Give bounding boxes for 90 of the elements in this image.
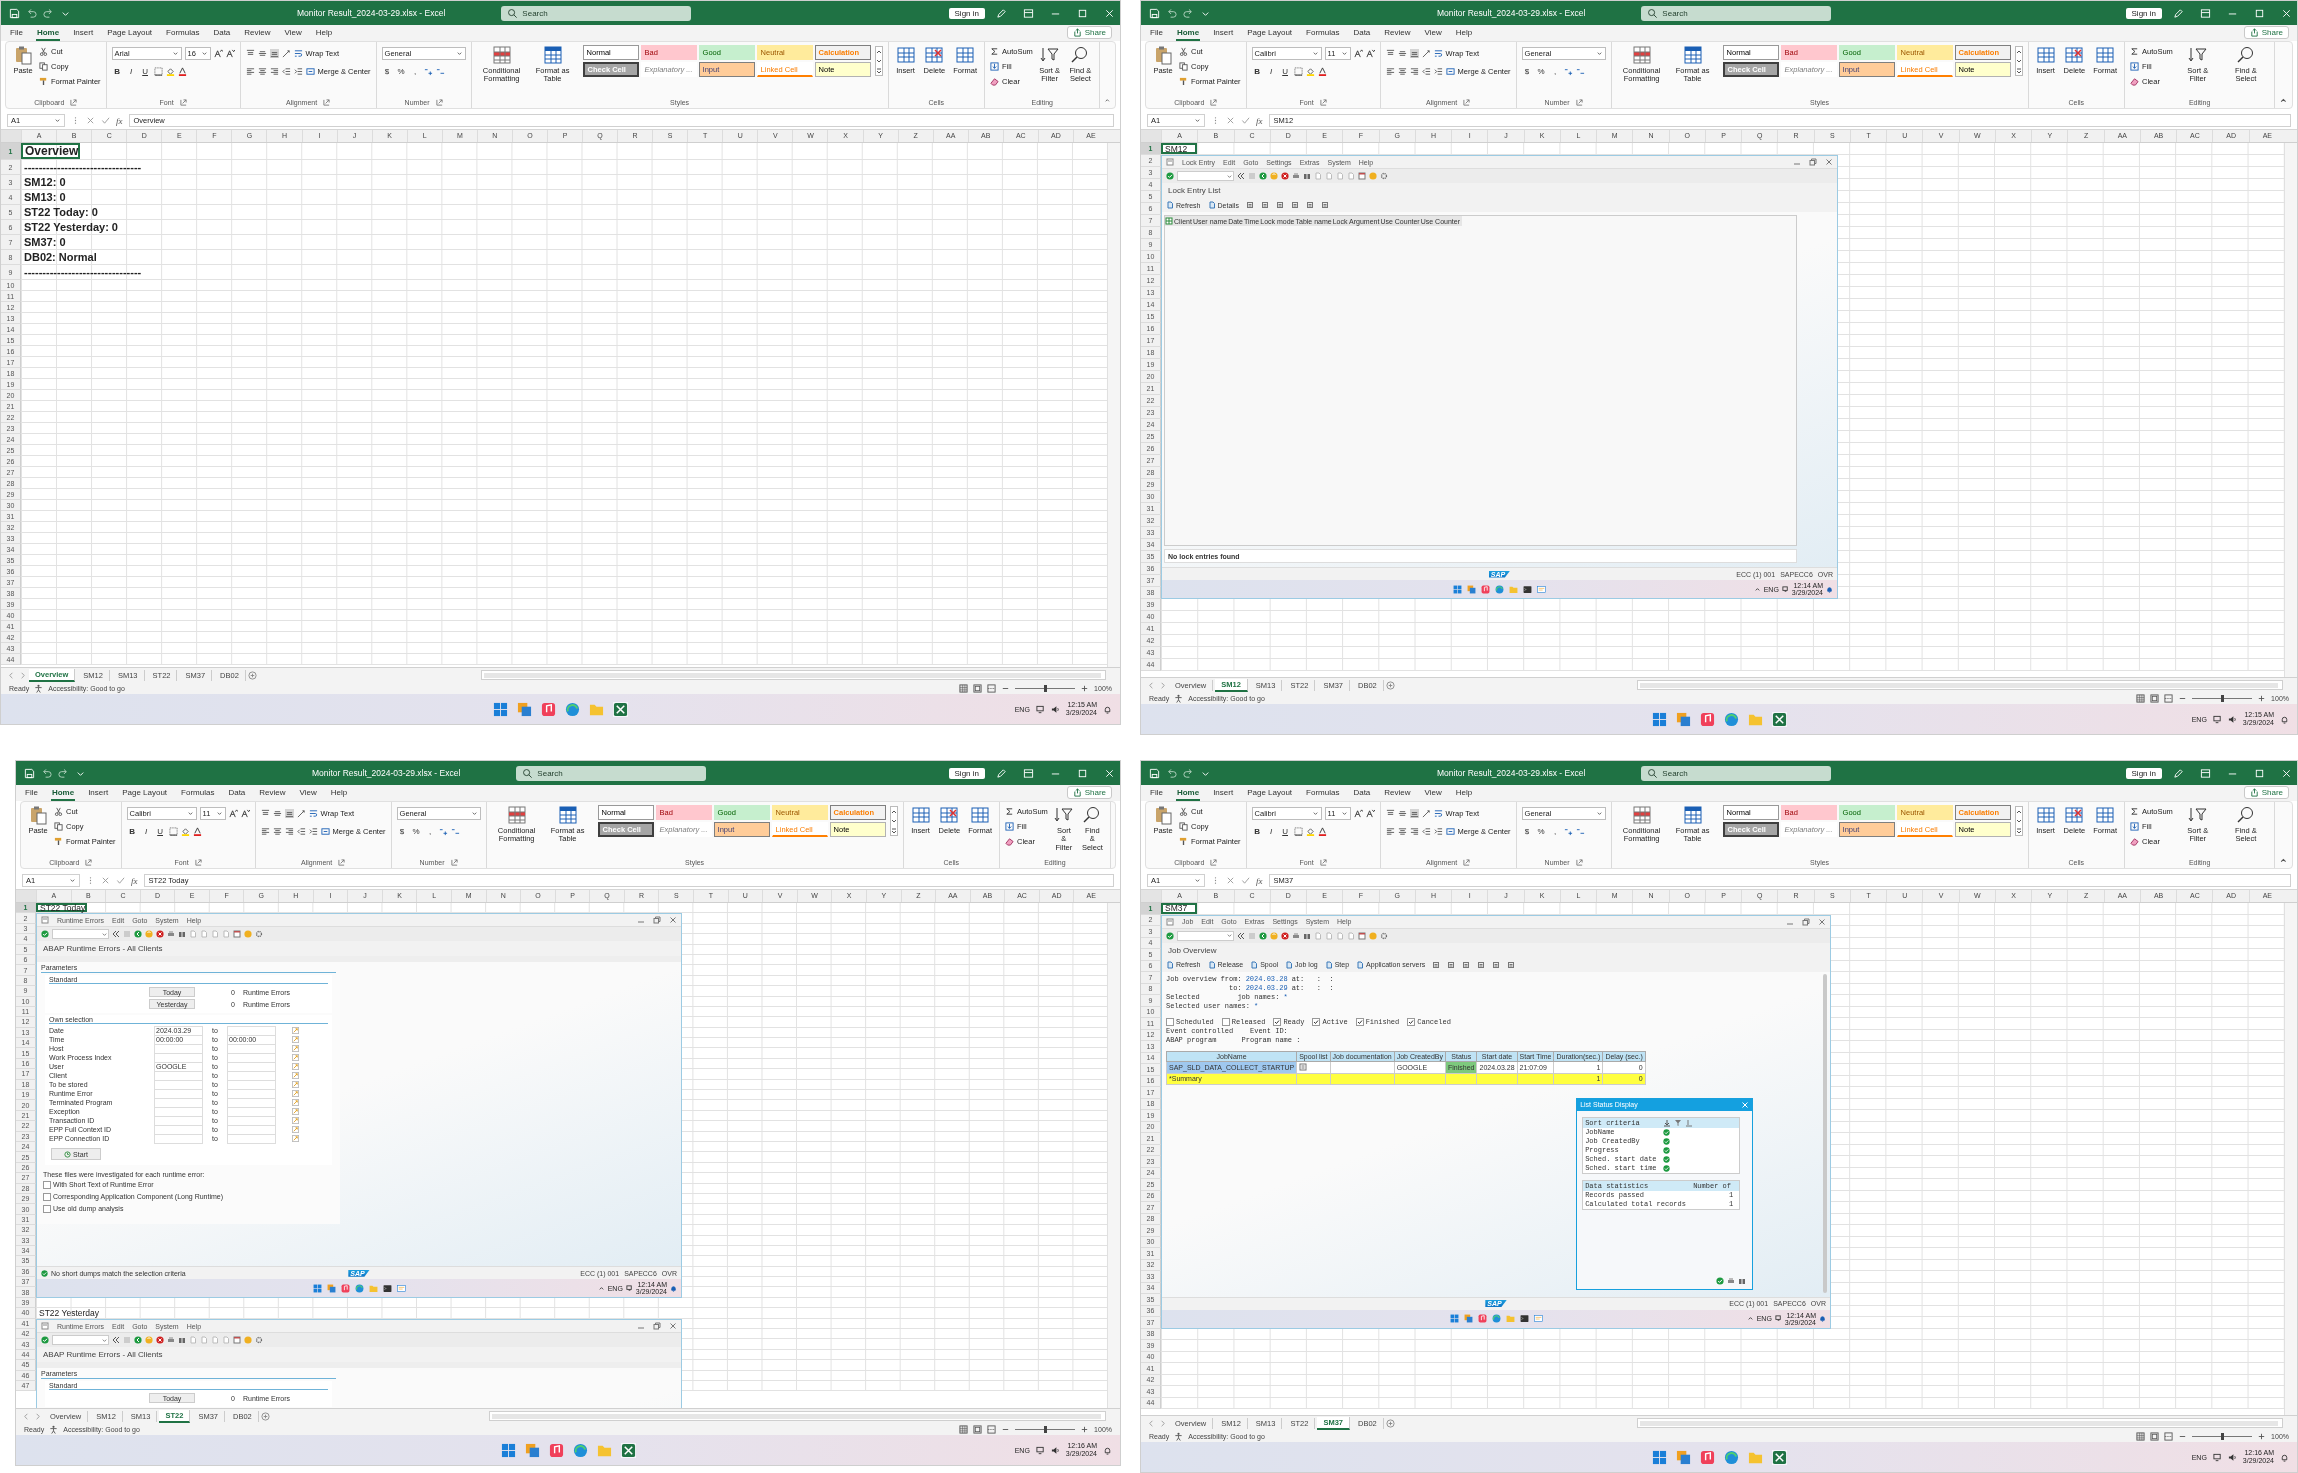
font-style-button[interactable]: B [126,825,138,837]
font-style-button[interactable]: B [1251,825,1263,837]
number-style-button[interactable]: , [1549,65,1561,77]
sign-in-button[interactable]: Sign in [2125,767,2162,779]
screen-title: ABAP Runtime Errors - All Clients [37,1347,681,1362]
ribbon-tab[interactable]: View [1423,788,1443,801]
font-style-button[interactable]: I [125,65,137,77]
search-field[interactable]: Search [516,765,707,781]
share-button[interactable]: Share [1066,26,1112,39]
ribbon-tab[interactable]: File [24,788,39,801]
font-style-button[interactable]: B [1251,65,1263,77]
number-style-button[interactable]: , [409,65,421,77]
font-style-button[interactable]: U [154,825,166,837]
screen-title: ABAP Runtime Errors - All Clients [37,941,681,957]
insert-function-button[interactable]: fx [131,875,138,886]
ribbon-tab[interactable]: Help [314,28,334,41]
cell-text[interactable]: SM37: 0 [21,236,66,248]
share-button[interactable]: Share [1066,786,1112,799]
number-style-button[interactable]: % [1535,825,1547,837]
number-style-button[interactable]: , [424,825,436,837]
ribbon-tab[interactable]: File [1149,28,1164,41]
font-style-button[interactable]: U [1279,825,1291,837]
cell-text[interactable]: SM12 [1161,143,1198,154]
font-style-button[interactable]: I [1265,825,1277,837]
ribbon-tab[interactable]: Formulas [1305,28,1341,41]
number-style-button[interactable]: % [1535,65,1547,77]
number-style-button[interactable]: $ [396,825,408,837]
ribbon-tab[interactable]: Help [1454,28,1474,41]
number-style-button[interactable]: , [1549,825,1561,837]
font-style-button[interactable]: B [111,65,123,77]
ribbon-tab[interactable]: Data [1352,28,1372,41]
ribbon-tab[interactable]: Review [258,788,287,801]
ribbon-tab[interactable]: Review [1383,788,1412,801]
ribbon-tab[interactable]: View [283,28,303,41]
window-title: Monitor Result_2024-03-29.xlsx - Excel [297,8,446,18]
number-style-button[interactable]: % [395,65,407,77]
ribbon-tab[interactable]: Insert [87,788,110,801]
window-title: Monitor Result_2024-03-29.xlsx - Excel [1437,8,1586,18]
cell-text[interactable]: DB02: Normal [21,251,97,263]
window-title: Monitor Result_2024-03-29.xlsx - Excel [1437,768,1586,778]
ribbon-tab[interactable]: Help [329,788,349,801]
insert-function-button[interactable]: fx [116,115,123,126]
font-style-button[interactable]: U [1279,65,1291,77]
insert-function-button[interactable]: fx [1256,115,1263,126]
cell-text[interactable]: SM12: 0 [21,176,66,188]
window-title: Monitor Result_2024-03-29.xlsx - Excel [312,768,461,778]
font-style-button[interactable]: U [139,65,151,77]
ribbon-tab[interactable]: Formulas [165,28,201,41]
share-button[interactable]: Share [2243,26,2289,39]
screen-title: Lock Entry List [1162,183,1837,198]
ribbon-tab[interactable]: Formulas [180,788,216,801]
ribbon-tab[interactable]: Insert [1212,28,1235,41]
ribbon-tab[interactable]: Page Layout [1246,788,1294,801]
cell-text[interactable]: ST22 Yesterday: 0 [21,221,118,233]
font-style-button[interactable]: I [1265,65,1277,77]
share-button[interactable]: Share [2243,786,2289,799]
cell-text[interactable]: -------------------------------- [21,266,142,278]
ribbon-tab[interactable]: Review [243,28,272,41]
cell-text[interactable]: ST22 Yesterday [36,1307,99,1318]
ribbon-tab[interactable]: Help [1454,788,1474,801]
search-field[interactable]: Search [501,5,692,21]
cell-text[interactable]: -------------------------------- [21,161,142,173]
ribbon-tab[interactable]: Formulas [1305,788,1341,801]
ribbon-tab[interactable]: Data [227,788,247,801]
ribbon-tab[interactable]: Review [1383,28,1412,41]
ribbon-tab[interactable]: File [9,28,24,41]
number-style-button[interactable]: % [410,825,422,837]
cell-text[interactable]: SM13: 0 [21,191,66,203]
ribbon-tab[interactable]: Data [1352,788,1372,801]
ribbon-tab[interactable]: Insert [72,28,95,41]
cell-text[interactable]: ST22 Today: 0 [21,206,98,218]
font-style-button[interactable]: I [140,825,152,837]
insert-function-button[interactable]: fx [1256,875,1263,886]
ribbon-tab[interactable]: Page Layout [106,28,154,41]
sign-in-button[interactable]: Sign in [2125,7,2162,19]
ribbon-tab[interactable]: Insert [1212,788,1235,801]
search-field[interactable]: Search [1641,765,1832,781]
ribbon-tab[interactable]: Page Layout [1246,28,1294,41]
search-field[interactable]: Search [1641,5,1832,21]
ribbon-tab[interactable]: View [298,788,318,801]
ribbon-tab[interactable]: File [1149,788,1164,801]
cell-text[interactable]: SM37 [1161,903,1198,914]
ribbon-tab[interactable]: View [1423,28,1443,41]
sign-in-button[interactable]: Sign in [948,7,985,19]
number-style-button[interactable]: $ [1521,825,1533,837]
ribbon-tab[interactable]: Page Layout [121,788,169,801]
sign-in-button[interactable]: Sign in [948,767,985,779]
number-style-button[interactable]: $ [381,65,393,77]
ribbon-tab[interactable]: Data [212,28,232,41]
number-style-button[interactable]: $ [1521,65,1533,77]
